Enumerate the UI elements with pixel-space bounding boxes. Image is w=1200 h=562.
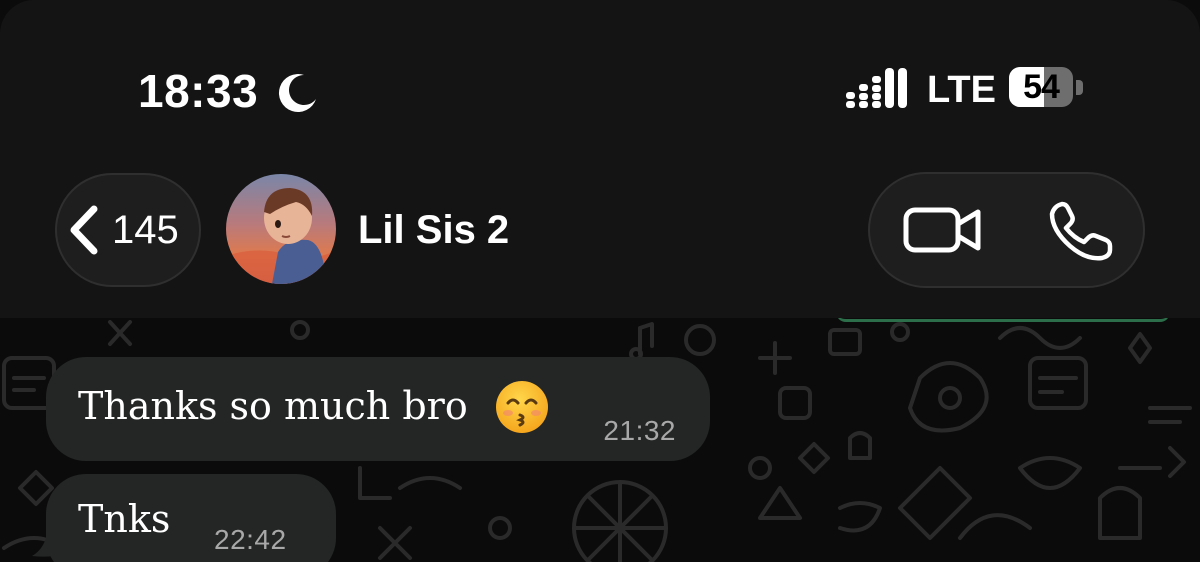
message-timestamp: 21:32 (603, 415, 676, 446)
message-timestamp: 22:42 (214, 524, 287, 555)
signal-bars-icon (846, 68, 907, 108)
kissing-face-emoji-icon (496, 381, 548, 433)
contact-avatar[interactable] (226, 174, 336, 284)
chat-header: 18:33 LTE 54 145 Lil Sis 2 (0, 0, 1200, 318)
message-text: Tnks (78, 497, 171, 541)
battery-cap (1076, 80, 1083, 95)
contact-name[interactable]: Lil Sis 2 (358, 205, 509, 255)
message-text: Thanks so much bro (78, 384, 468, 428)
unread-count[interactable]: 145 (112, 205, 179, 255)
battery-indicator: 54 (1009, 67, 1073, 107)
message-bubble[interactable]: Tnks 22:42 (46, 474, 336, 562)
battery-percent: 54 (1023, 68, 1060, 106)
chat-area: Thanks so much bro 21:32 Tnks 22:42 (0, 318, 1200, 562)
phone-icon[interactable] (1040, 196, 1120, 264)
network-type: LTE (927, 69, 996, 111)
video-camera-icon[interactable] (898, 196, 988, 264)
message-bubble[interactable]: Thanks so much bro 21:32 (46, 357, 710, 461)
chevron-left-icon[interactable] (66, 203, 102, 257)
status-time: 18:33 (138, 65, 259, 117)
avatar-image (226, 174, 336, 284)
chat-screen: 18:33 LTE 54 145 Lil Sis 2 Thanks so muc… (0, 0, 1200, 562)
moon-icon (278, 74, 316, 113)
